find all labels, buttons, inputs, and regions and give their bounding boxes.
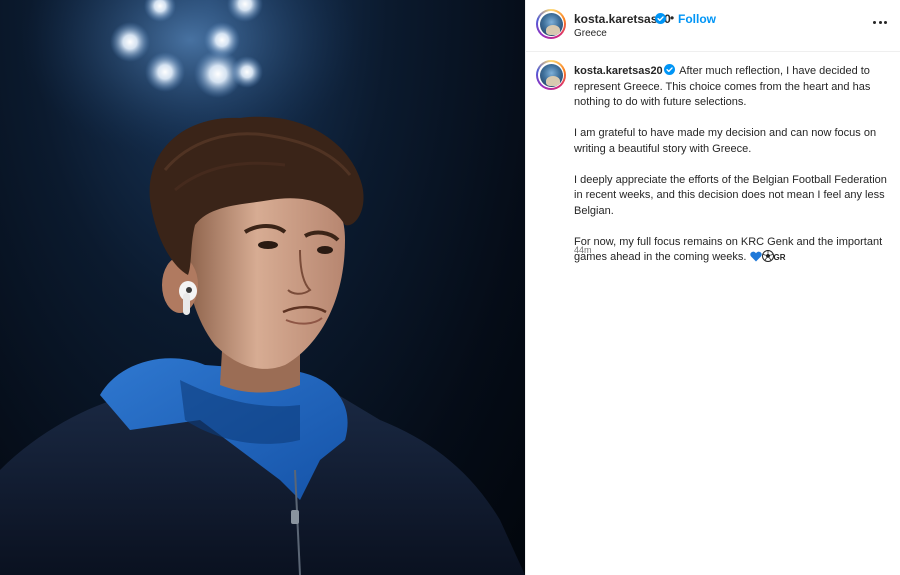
floodlight — [145, 52, 185, 92]
caption-avatar[interactable] — [536, 60, 566, 90]
verified-badge-icon — [663, 64, 675, 75]
caption-paragraph: For now, my full focus remains on KRC Ge… — [574, 235, 890, 266]
caption-paragraph: kosta.karetsas20 After much reflection, … — [574, 64, 890, 111]
blue-heart-icon — [749, 251, 762, 262]
location-link[interactable]: Greece — [574, 28, 607, 39]
post-caption: kosta.karetsas20 After much reflection, … — [574, 64, 890, 281]
caption-text: For now, my full focus remains on KRC Ge… — [574, 235, 883, 264]
separator-dot: • — [670, 11, 675, 25]
player-photo-illustration — [0, 0, 525, 575]
caption-paragraph: I am grateful to have made my decision a… — [574, 126, 890, 157]
soccer-ball-icon — [761, 250, 774, 262]
caption-text: I am grateful to have made my decision a… — [574, 127, 877, 155]
caption-paragraph: I deeply appreciate the efforts of the B… — [574, 173, 890, 220]
post-header: kosta.karetsas20 • Follow Greece — [526, 0, 900, 52]
more-horizontal-icon[interactable] — [870, 16, 890, 30]
follow-button[interactable]: Follow — [678, 12, 716, 26]
floodlight — [231, 56, 263, 88]
flag-label: GR — [773, 253, 786, 262]
floodlight — [110, 22, 150, 62]
post-timestamp[interactable]: 44m — [574, 245, 592, 255]
caption-text: I deeply appreciate the efforts of the B… — [574, 173, 887, 217]
verified-badge-icon — [655, 13, 666, 24]
caption-username-link[interactable]: kosta.karetsas20 — [574, 65, 663, 77]
post-photo[interactable] — [0, 0, 525, 575]
post-sidebar: kosta.karetsas20 • Follow Greece kosta.k… — [525, 0, 900, 575]
avatar[interactable] — [536, 9, 566, 39]
